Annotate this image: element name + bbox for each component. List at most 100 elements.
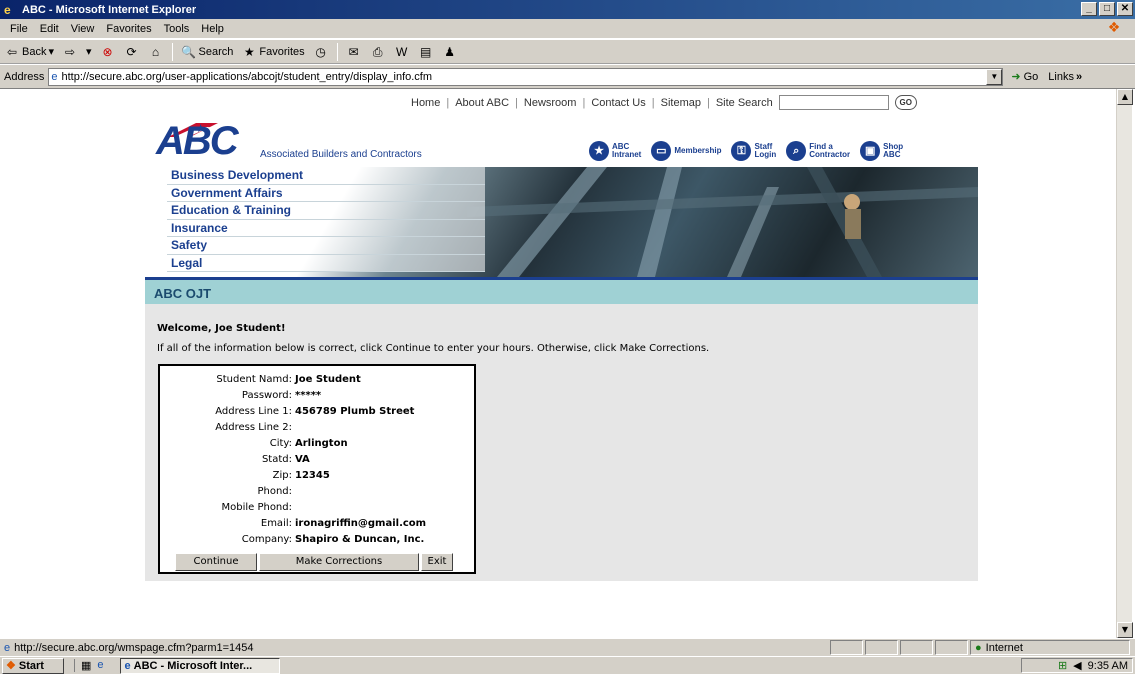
- abc-logo[interactable]: ABC Associated Builders and Contractors: [156, 119, 466, 163]
- ql-label: Membership: [674, 146, 722, 155]
- exit-button[interactable]: Exit: [421, 553, 453, 571]
- continue-button[interactable]: Continue: [175, 553, 257, 571]
- window-title: ABC - Microsoft Internet Explorer: [22, 3, 197, 16]
- links-button[interactable]: Links: [1048, 71, 1074, 83]
- chevron-right-icon[interactable]: »: [1076, 71, 1082, 83]
- home-icon[interactable]: ⌂: [148, 44, 164, 60]
- edit-icon[interactable]: W: [394, 44, 410, 60]
- ql-staff-login[interactable]: ⚿ Staff Login: [731, 141, 776, 161]
- windows-flag-icon: ❖: [6, 660, 16, 672]
- taskbar-ie-window[interactable]: e ABC - Microsoft Inter...: [119, 657, 280, 674]
- discuss-icon[interactable]: ▤: [418, 44, 434, 60]
- start-button[interactable]: ❖ Start: [2, 657, 64, 674]
- toolbar-separator: [336, 42, 338, 61]
- window-titlebar[interactable]: e ABC - Microsoft Internet Explorer _ □ …: [0, 0, 1135, 19]
- nav-sitemap[interactable]: Sitemap: [661, 97, 701, 109]
- site-search-go-button[interactable]: GO: [894, 95, 917, 110]
- nav-safety[interactable]: Safety: [167, 237, 485, 255]
- nav-legal[interactable]: Legal: [167, 254, 485, 272]
- network-icon[interactable]: ⊞: [1058, 659, 1067, 672]
- info-label: City:: [269, 438, 292, 449]
- ql-shop-abc[interactable]: ▣ Shop ABC: [860, 141, 903, 161]
- nav-separator: |: [446, 96, 450, 109]
- nav-contact[interactable]: Contact Us: [591, 97, 645, 109]
- vertical-scrollbar[interactable]: ▲ ▼: [1116, 89, 1133, 638]
- maximize-button[interactable]: □: [1099, 2, 1115, 16]
- globe-icon: ●: [975, 641, 982, 654]
- mail-icon[interactable]: ✉: [346, 44, 362, 60]
- show-desktop-icon[interactable]: ▦: [81, 659, 91, 672]
- ql-label: ABC: [883, 150, 901, 159]
- membership-icon: ▭: [651, 141, 672, 161]
- ie-quicklaunch-icon[interactable]: e: [97, 659, 103, 672]
- close-button[interactable]: ✕: [1117, 2, 1133, 16]
- nav-newsroom[interactable]: Newsroom: [524, 97, 577, 109]
- forward-button[interactable]: ⇨: [62, 44, 78, 60]
- quick-links: ★ ABC Intranet ▭ Membership ⚿ Staff Login …: [589, 141, 903, 161]
- info-value: ironagriffin@gmail.com: [295, 518, 427, 529]
- info-row: City: Arlington: [160, 436, 474, 452]
- scroll-up-arrow-icon[interactable]: ▲: [1117, 89, 1133, 105]
- info-label: Mobile Phond:: [221, 502, 292, 513]
- info-row: Statd: VA: [160, 452, 474, 468]
- search-icon: 🔍: [181, 44, 196, 59]
- print-icon[interactable]: ⎙: [370, 44, 386, 60]
- search-icon: ⌕: [786, 141, 807, 161]
- status-url: http://secure.abc.org/wmspage.cfm?parm1=…: [14, 641, 254, 654]
- scroll-down-arrow-icon[interactable]: ▼: [1117, 622, 1133, 638]
- messenger-icon[interactable]: ♟: [442, 44, 458, 60]
- back-button[interactable]: ⇦ Back ▾: [4, 44, 54, 60]
- info-value: Arlington: [295, 438, 348, 449]
- menu-edit[interactable]: Edit: [34, 23, 65, 35]
- make-corrections-button[interactable]: Make Corrections: [259, 553, 419, 571]
- favorites-label: Favorites: [259, 45, 305, 58]
- go-button[interactable]: ➜ Go: [1011, 70, 1038, 84]
- info-label: Statd:: [261, 454, 292, 465]
- address-dropdown-icon[interactable]: ▼: [986, 68, 1003, 85]
- ie-icon: e: [4, 2, 11, 17]
- menu-file[interactable]: File: [4, 23, 34, 35]
- minimize-button[interactable]: _: [1081, 2, 1097, 16]
- info-label: Phond:: [257, 486, 292, 497]
- task-label: ABC - Microsoft Inter...: [133, 659, 253, 672]
- nav-insurance[interactable]: Insurance: [167, 219, 485, 237]
- info-row: Mobile Phond:: [160, 500, 474, 516]
- ql-membership[interactable]: ▭ Membership: [651, 141, 721, 161]
- nav-about[interactable]: About ABC: [455, 97, 509, 109]
- back-label: Back: [22, 45, 47, 58]
- system-tray: ⊞ ◀ 9:35 AM: [1021, 658, 1133, 673]
- status-cell: [830, 640, 863, 655]
- info-row: Address Line 2:: [160, 420, 474, 436]
- nav-business-development[interactable]: Business Development: [167, 167, 485, 185]
- nav-separator: |: [706, 96, 710, 109]
- address-input[interactable]: e http://secure.abc.org/user-application…: [48, 67, 1004, 86]
- info-row: Zip: 12345: [160, 468, 474, 484]
- ql-abc-intranet[interactable]: ★ ABC Intranet: [589, 141, 641, 161]
- nav-government-affairs[interactable]: Government Affairs: [167, 184, 485, 202]
- dropdown-icon: ▾: [48, 46, 54, 58]
- menu-favorites[interactable]: Favorites: [100, 23, 157, 35]
- menu-help[interactable]: Help: [195, 23, 230, 35]
- info-row: Address Line 1: 456789 Plumb Street: [160, 404, 474, 420]
- ql-find-contractor[interactable]: ⌕ Find a Contractor: [786, 141, 850, 161]
- speaker-icon[interactable]: ◀: [1073, 659, 1081, 672]
- history-icon[interactable]: ◷: [313, 44, 329, 60]
- menu-tools[interactable]: Tools: [158, 23, 196, 35]
- stop-icon[interactable]: ⊗: [100, 44, 116, 60]
- info-row: Password: *****: [160, 388, 474, 404]
- ql-label: Intranet: [612, 150, 642, 159]
- status-cell: [865, 640, 898, 655]
- nav-home[interactable]: Home: [411, 97, 440, 109]
- site-search-input[interactable]: [778, 95, 889, 110]
- search-label: Search: [198, 45, 234, 58]
- action-buttons: Continue Make Corrections Exit: [175, 553, 453, 571]
- refresh-icon[interactable]: ⟳: [124, 44, 140, 60]
- info-value: 12345: [295, 470, 330, 481]
- search-button[interactable]: 🔍 Search: [181, 44, 234, 60]
- favorites-button[interactable]: ★ Favorites: [241, 44, 305, 60]
- nav-site-search: Site Search: [715, 96, 773, 109]
- menu-view[interactable]: View: [65, 23, 101, 35]
- info-row: Phond:: [160, 484, 474, 500]
- nav-education-training[interactable]: Education & Training: [167, 202, 485, 220]
- clock: 9:35 AM: [1087, 659, 1128, 672]
